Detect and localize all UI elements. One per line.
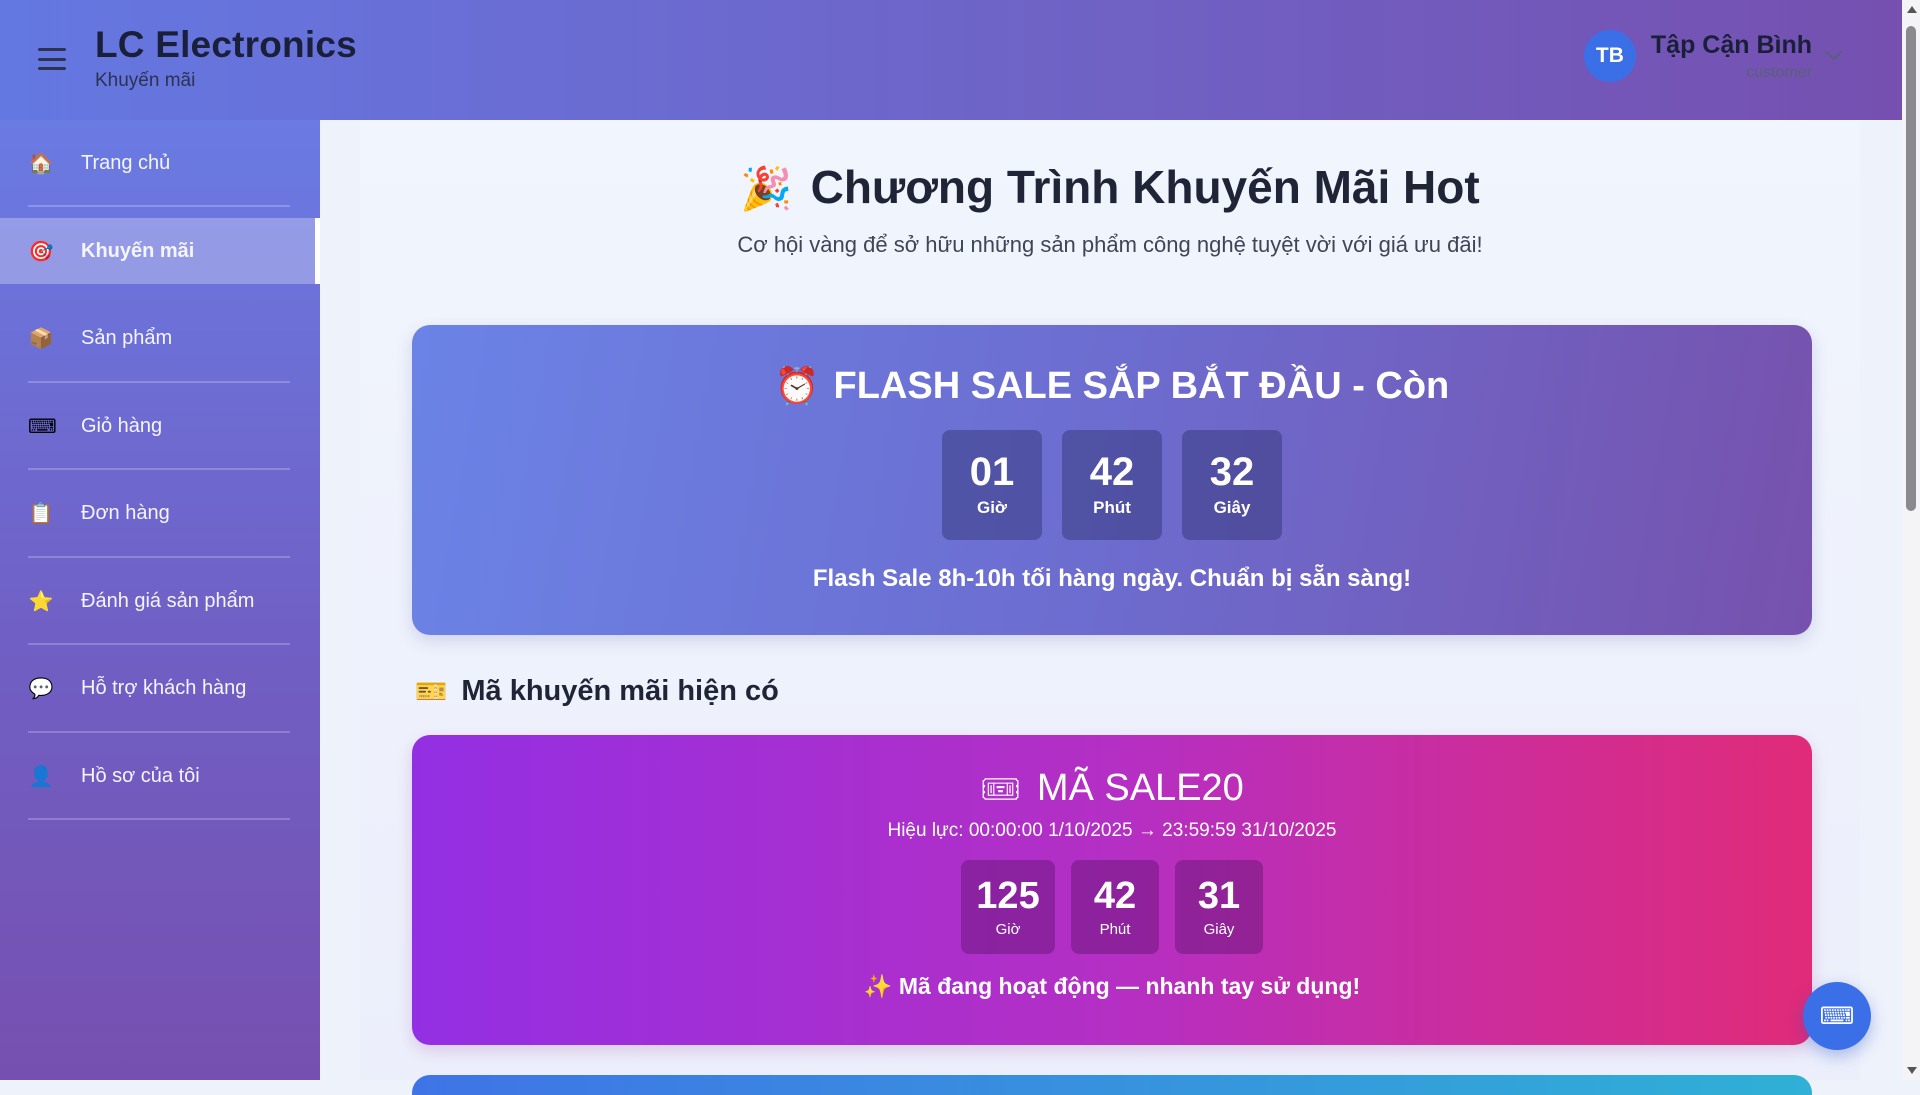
sidebar-item-promotions[interactable]: 🎯 Khuyến mãi xyxy=(0,218,320,284)
brand-title: LC Electronics xyxy=(95,24,357,65)
package-icon: 📦 xyxy=(28,327,54,350)
alarm-clock-icon: ⏰ xyxy=(774,365,820,406)
ticket-icon: 🎫 xyxy=(415,676,448,706)
coupon-code-title: 🎟 MÃ SALE20 xyxy=(980,767,1244,809)
page-title: 🎉 Chương Trình Khuyến Mãi Hot xyxy=(740,161,1480,213)
user-menu[interactable]: TB Tập Cận Bình customer xyxy=(1583,30,1843,82)
sidebar-divider xyxy=(28,468,290,470)
sidebar-item-label: Đánh giá sản phẩm xyxy=(81,589,255,612)
countdown-minutes: 42 Phút xyxy=(1071,860,1159,954)
hamburger-menu-icon[interactable] xyxy=(38,48,66,70)
sidebar-item-label: Hồ sơ của tôi xyxy=(81,764,200,787)
party-popper-icon: 🎉 xyxy=(740,165,793,212)
sidebar-divider xyxy=(28,556,290,558)
flash-sale-title: ⏰ FLASH SALE SẮP BẮT ĐẦU - Còn xyxy=(774,365,1450,407)
sidebar-item-label: Hỗ trợ khách hàng xyxy=(81,676,247,699)
scroll-up-arrow-icon[interactable] xyxy=(1907,6,1917,13)
page-breadcrumb: Khuyến mãi xyxy=(95,70,196,91)
countdown-seconds: 32 Giây xyxy=(1182,430,1282,540)
sidebar-item-home[interactable]: 🏠 Trang chủ xyxy=(0,130,320,196)
sparkles-icon: ✨ xyxy=(863,973,893,999)
star-icon: ⭐ xyxy=(28,590,54,613)
avatar: TB xyxy=(1583,30,1636,82)
coupon-status-note: ✨ Mã đang hoạt động — nhanh tay sử dụng! xyxy=(863,973,1361,999)
flash-sale-note: Flash Sale 8h-10h tối hàng ngày. Chuẩn b… xyxy=(812,565,1412,592)
scrollbar-thumb[interactable] xyxy=(1906,26,1916,511)
sidebar-divider xyxy=(28,731,290,733)
countdown-hours: 01 Giờ xyxy=(942,430,1042,540)
clipboard-icon: 📋 xyxy=(28,502,54,525)
floating-cart-button[interactable]: ⌨ xyxy=(1803,982,1871,1050)
user-role: customer xyxy=(1746,63,1812,81)
flash-sale-card: ⏰ FLASH SALE SẮP BẮT ĐẦU - Còn 01 Giờ 42 … xyxy=(412,325,1812,635)
sidebar-item-label: Trang chủ xyxy=(81,151,171,174)
coupon-card[interactable]: 🎟 MÃ SALE20 Hiệu lực: 00:00:00 1/10/2025 … xyxy=(412,735,1812,1045)
sidebar-item-label: Khuyến mãi xyxy=(81,239,195,262)
next-coupon-card[interactable] xyxy=(412,1075,1812,1095)
cart-icon: ⌨ xyxy=(1819,1002,1855,1030)
user-name: Tập Cận Bình xyxy=(1650,30,1812,59)
sidebar-item-label: Sản phẩm xyxy=(81,326,173,349)
sidebar-divider xyxy=(28,818,290,820)
sidebar-divider xyxy=(28,643,290,645)
user-icon: 👤 xyxy=(28,765,54,788)
sidebar-divider xyxy=(28,205,290,207)
countdown-seconds: 31 Giây xyxy=(1175,860,1263,954)
coupon-validity: Hiệu lực: 00:00:00 1/10/2025 → 23:59:59 … xyxy=(887,820,1337,841)
flash-sale-countdown: 01 Giờ 42 Phút 32 Giây xyxy=(412,430,1812,540)
target-icon: 🎯 xyxy=(28,240,54,263)
admission-ticket-icon: 🎟 xyxy=(980,771,1021,807)
sidebar-item-support[interactable]: 💬 Hỗ trợ khách hàng xyxy=(0,655,320,721)
brand: LC Electronics Khuyến mãi xyxy=(95,24,357,92)
page-subtitle: Cơ hội vàng để sở hữu những sản phẩm côn… xyxy=(737,232,1483,257)
coupon-countdown: 125 Giờ 42 Phút 31 Giây xyxy=(412,860,1812,954)
sidebar-item-label: Giỏ hàng xyxy=(81,414,163,437)
countdown-minutes: 42 Phút xyxy=(1062,430,1162,540)
countdown-hours: 125 Giờ xyxy=(961,860,1055,954)
sidebar-item-orders[interactable]: 📋 Đơn hàng xyxy=(0,480,320,546)
sidebar-item-products[interactable]: 📦 Sản phẩm xyxy=(0,305,320,371)
main-content: 🎉 Chương Trình Khuyến Mãi Hot Cơ hội vàng… xyxy=(360,120,1860,1095)
sidebar: 🏠 Trang chủ 🎯 Khuyến mãi 📦 Sản phẩm ⌨ Gi… xyxy=(0,120,320,1080)
top-header: LC Electronics Khuyến mãi TB Tập Cận Bìn… xyxy=(0,0,1902,120)
sidebar-item-reviews[interactable]: ⭐ Đánh giá sản phẩm xyxy=(0,568,320,634)
sidebar-item-profile[interactable]: 👤 Hồ sơ của tôi xyxy=(0,743,320,809)
sidebar-item-cart[interactable]: ⌨ Giỏ hàng xyxy=(0,393,320,459)
scroll-down-arrow-icon[interactable] xyxy=(1907,1067,1917,1074)
sidebar-divider xyxy=(28,381,290,383)
sidebar-item-label: Đơn hàng xyxy=(81,501,170,524)
page-scrollbar[interactable] xyxy=(1902,0,1920,1080)
chevron-down-icon xyxy=(1825,43,1843,61)
coupons-section-title: 🎫 Mã khuyến mãi hiện có xyxy=(415,675,779,707)
home-icon: 🏠 xyxy=(28,152,54,175)
cart-icon: ⌨ xyxy=(28,415,57,438)
chat-bubble-icon: 💬 xyxy=(28,677,54,700)
